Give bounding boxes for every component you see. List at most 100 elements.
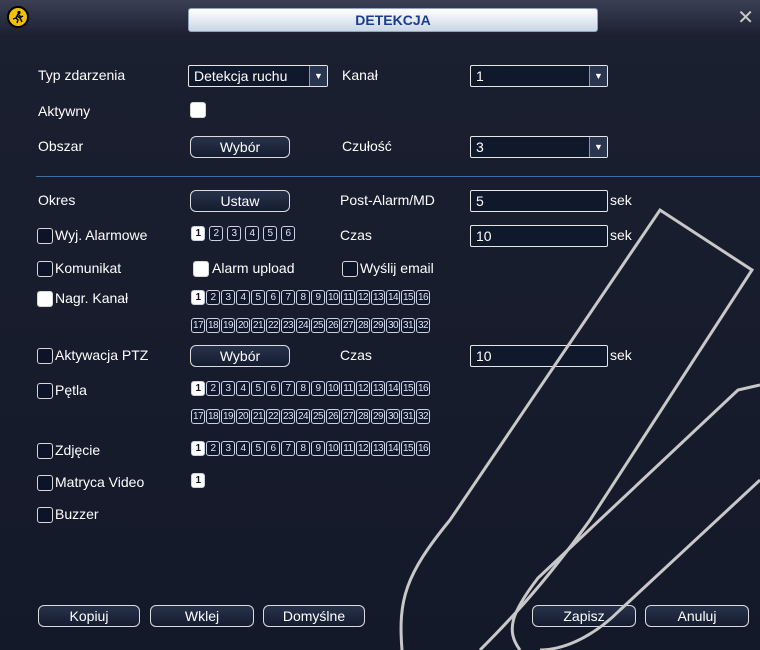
tour-checkbox[interactable] [37, 383, 53, 399]
record-channel-14[interactable]: 14 [386, 290, 400, 305]
tour-channel-24[interactable]: 24 [296, 409, 310, 424]
record-channel-21[interactable]: 21 [251, 318, 265, 333]
channel-select[interactable]: 1 ▼ [470, 65, 608, 87]
tour-channel-20[interactable]: 20 [236, 409, 250, 424]
alarm-out-channel-4[interactable]: 4 [245, 226, 259, 241]
snapshot-channel-7[interactable]: 7 [281, 441, 295, 456]
ptz-select-button[interactable]: Wybór [190, 345, 290, 367]
record-channel-29[interactable]: 29 [371, 318, 385, 333]
event-type-select[interactable]: Detekcja ruchu ▼ [188, 65, 328, 87]
snapshot-channel-3[interactable]: 3 [221, 441, 235, 456]
tour-channel-30[interactable]: 30 [386, 409, 400, 424]
chevron-down-icon[interactable]: ▼ [589, 137, 607, 157]
save-button[interactable]: Zapisz [532, 605, 636, 627]
record-channel-3[interactable]: 3 [221, 290, 235, 305]
alarm-out-channel-5[interactable]: 5 [263, 226, 277, 241]
buzzer-checkbox[interactable] [37, 507, 53, 523]
record-channel-6[interactable]: 6 [266, 290, 280, 305]
tour-channel-26[interactable]: 26 [326, 409, 340, 424]
copy-button[interactable]: Kopiuj [38, 605, 140, 627]
tour-channel-14[interactable]: 14 [386, 381, 400, 396]
tour-channel-31[interactable]: 31 [401, 409, 415, 424]
default-button[interactable]: Domyślne [263, 605, 365, 627]
tour-channel-9[interactable]: 9 [311, 381, 325, 396]
tour-channel-25[interactable]: 25 [311, 409, 325, 424]
area-select-button[interactable]: Wybór [190, 136, 290, 158]
snapshot-channel-11[interactable]: 11 [341, 441, 355, 456]
record-channel-11[interactable]: 11 [341, 290, 355, 305]
send-email-checkbox[interactable] [342, 261, 358, 277]
alarm-out-channel-6[interactable]: 6 [281, 226, 295, 241]
alarm-upload-checkbox[interactable] [193, 261, 209, 277]
cancel-button[interactable]: Anuluj [645, 605, 749, 627]
tour-channel-1[interactable]: 1 [191, 381, 205, 396]
tour-channel-5[interactable]: 5 [251, 381, 265, 396]
snapshot-channel-5[interactable]: 5 [251, 441, 265, 456]
tour-channel-18[interactable]: 18 [206, 409, 220, 424]
record-channel-17[interactable]: 17 [191, 318, 205, 333]
record-channel-12[interactable]: 12 [356, 290, 370, 305]
tour-channel-15[interactable]: 15 [401, 381, 415, 396]
record-channel-19[interactable]: 19 [221, 318, 235, 333]
snapshot-channel-2[interactable]: 2 [206, 441, 220, 456]
alarm-out-checkbox[interactable] [37, 228, 53, 244]
snapshot-channel-1[interactable]: 1 [191, 441, 205, 456]
matrix-channel-1[interactable]: 1 [191, 473, 205, 488]
alarm-out-channel-2[interactable]: 2 [209, 226, 223, 241]
record-channel-26[interactable]: 26 [326, 318, 340, 333]
snapshot-channel-4[interactable]: 4 [236, 441, 250, 456]
snapshot-channel-9[interactable]: 9 [311, 441, 325, 456]
record-channel-22[interactable]: 22 [266, 318, 280, 333]
record-channel-7[interactable]: 7 [281, 290, 295, 305]
record-channel-20[interactable]: 20 [236, 318, 250, 333]
snapshot-channel-8[interactable]: 8 [296, 441, 310, 456]
tour-channel-23[interactable]: 23 [281, 409, 295, 424]
tour-channel-11[interactable]: 11 [341, 381, 355, 396]
message-checkbox[interactable] [37, 261, 53, 277]
record-channel-5[interactable]: 5 [251, 290, 265, 305]
record-channel-2[interactable]: 2 [206, 290, 220, 305]
period-set-button[interactable]: Ustaw [190, 190, 290, 212]
record-channel-31[interactable]: 31 [401, 318, 415, 333]
chevron-down-icon[interactable]: ▼ [589, 66, 607, 86]
tour-channel-3[interactable]: 3 [221, 381, 235, 396]
record-channel-27[interactable]: 27 [341, 318, 355, 333]
paste-button[interactable]: Wklej [150, 605, 254, 627]
tour-channel-32[interactable]: 32 [416, 409, 430, 424]
snapshot-channel-13[interactable]: 13 [371, 441, 385, 456]
alarm-time-input[interactable]: 10 [470, 225, 608, 247]
ptz-checkbox[interactable] [37, 348, 53, 364]
tour-channel-10[interactable]: 10 [326, 381, 340, 396]
record-channel-23[interactable]: 23 [281, 318, 295, 333]
snapshot-checkbox[interactable] [37, 443, 53, 459]
snapshot-channel-15[interactable]: 15 [401, 441, 415, 456]
tour-channel-4[interactable]: 4 [236, 381, 250, 396]
snapshot-channel-10[interactable]: 10 [326, 441, 340, 456]
record-channel-10[interactable]: 10 [326, 290, 340, 305]
record-channel-24[interactable]: 24 [296, 318, 310, 333]
tour-channel-22[interactable]: 22 [266, 409, 280, 424]
chevron-down-icon[interactable]: ▼ [309, 66, 327, 86]
tour-channel-21[interactable]: 21 [251, 409, 265, 424]
snapshot-channel-14[interactable]: 14 [386, 441, 400, 456]
alarm-out-channel-1[interactable]: 1 [191, 226, 205, 241]
sensitivity-select[interactable]: 3 ▼ [470, 136, 608, 158]
record-channel-32[interactable]: 32 [416, 318, 430, 333]
snapshot-channel-6[interactable]: 6 [266, 441, 280, 456]
alarm-out-channel-3[interactable]: 3 [227, 226, 241, 241]
tour-channel-17[interactable]: 17 [191, 409, 205, 424]
close-icon[interactable]: ✕ [737, 8, 754, 28]
record-channel-18[interactable]: 18 [206, 318, 220, 333]
snapshot-channel-12[interactable]: 12 [356, 441, 370, 456]
snapshot-channel-16[interactable]: 16 [416, 441, 430, 456]
record-channel-checkbox[interactable] [37, 291, 53, 307]
tour-channel-27[interactable]: 27 [341, 409, 355, 424]
record-channel-8[interactable]: 8 [296, 290, 310, 305]
tour-channel-12[interactable]: 12 [356, 381, 370, 396]
record-channel-13[interactable]: 13 [371, 290, 385, 305]
record-channel-4[interactable]: 4 [236, 290, 250, 305]
record-channel-25[interactable]: 25 [311, 318, 325, 333]
record-channel-15[interactable]: 15 [401, 290, 415, 305]
tour-channel-7[interactable]: 7 [281, 381, 295, 396]
tour-channel-6[interactable]: 6 [266, 381, 280, 396]
